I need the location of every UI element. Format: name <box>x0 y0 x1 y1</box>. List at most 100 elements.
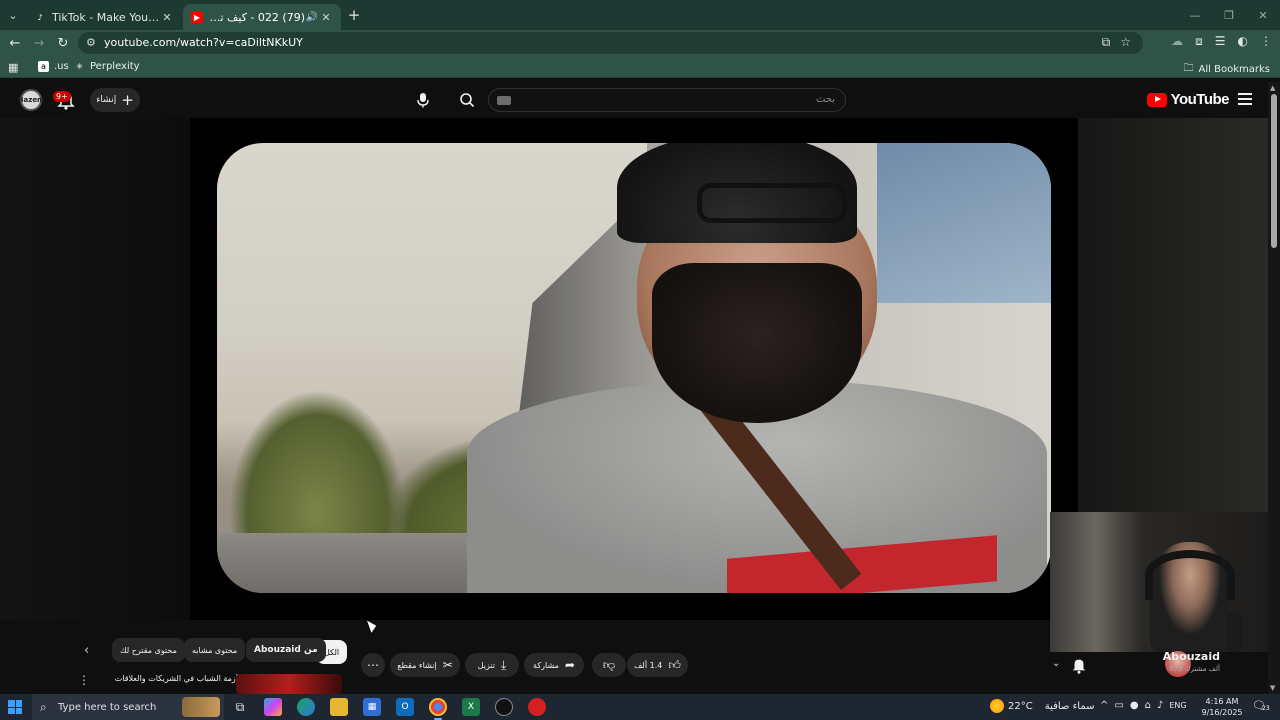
weather-widget[interactable]: 22°C سماء صافية <box>990 699 1095 713</box>
hamburger-menu-icon[interactable] <box>1238 93 1252 105</box>
maximize-icon[interactable]: ❐ <box>1212 0 1246 30</box>
person-glasses <box>697 183 847 223</box>
create-button[interactable]: إنشاء + <box>90 88 140 112</box>
plus-icon: + <box>121 91 134 109</box>
keyboard-icon[interactable] <box>497 96 511 105</box>
headset <box>1145 550 1235 600</box>
all-bookmarks[interactable]: 🗀 All Bookmarks <box>1184 61 1270 78</box>
omnibox-actions: ⧉ ☆ <box>1102 35 1131 50</box>
forward-arrow-icon[interactable]: → <box>30 34 48 52</box>
tab-youtube[interactable]: ▶ (79) 022 - كيف تتحكم في أحلا 🔊 ✕ <box>183 4 341 30</box>
close-tab-icon[interactable]: ✕ <box>319 11 333 24</box>
site-info-icon[interactable]: ⚙ <box>86 36 96 49</box>
search-button[interactable] <box>456 90 478 110</box>
folder-icon: 🗀 <box>1183 63 1194 74</box>
page-scrollbar[interactable]: ▲ ▼ <box>1268 82 1280 694</box>
tab-title: TikTok - Make Your Day (99+) <box>52 10 160 24</box>
search-input[interactable]: بحث <box>488 88 846 112</box>
close-tab-icon[interactable]: ✕ <box>160 11 174 24</box>
taskbar-search-input[interactable]: ⌕ Type here to search <box>32 694 224 720</box>
channel-name[interactable]: Abouzaid <box>1163 650 1220 663</box>
more-vertical-icon[interactable]: ⋮ <box>78 673 90 687</box>
recommended-title[interactable]: أزمة الشباب في الشريكات والعلاقات <box>110 674 238 684</box>
youtube-wordmark: YouTube <box>1170 91 1230 108</box>
network-icon[interactable]: ⌂ <box>1145 700 1151 711</box>
chevron-up-icon[interactable]: ^ <box>1100 700 1108 711</box>
minimize-icon[interactable]: — <box>1178 0 1212 30</box>
like-button[interactable]: 1.4 ألف 👍︎ <box>627 653 688 677</box>
chrome-tab-strip: ⌄ ♪ TikTok - Make Your Day (99+) ✕ ▶ (79… <box>0 0 1280 30</box>
extension-cloud-icon[interactable]: ☁ <box>1171 34 1183 49</box>
building-glass <box>877 143 1051 303</box>
recording-app-icon[interactable] <box>528 698 546 716</box>
bookmark-perplexity[interactable]: ✳ Perplexity <box>74 61 139 72</box>
language-indicator[interactable]: ENG <box>1169 701 1186 711</box>
tab-search-chevron-icon[interactable]: ⌄ <box>4 6 22 24</box>
url-text[interactable]: youtube.com/watch?v=caDiltNKkUY <box>104 36 303 49</box>
weather-temp: 22°C <box>1008 700 1033 712</box>
extensions-puzzle-icon[interactable]: ⧈ <box>1195 34 1203 49</box>
chip-recommended[interactable]: محتوى مقترح لك <box>112 638 185 662</box>
share-arrow-icon: ➦ <box>564 658 575 672</box>
recommended-thumbnail[interactable] <box>236 674 342 694</box>
volume-icon[interactable]: ♪ <box>1157 700 1163 711</box>
profile-avatar-icon[interactable]: ◐ <box>1238 34 1248 49</box>
edge-icon[interactable] <box>297 698 315 716</box>
speaker-icon[interactable]: 🔊 <box>305 12 319 23</box>
obs-icon[interactable] <box>495 698 513 716</box>
download-icon: ⤓ <box>501 657 507 672</box>
scrollbar-thumb[interactable] <box>1271 94 1277 248</box>
new-tab-button[interactable]: + <box>346 7 362 23</box>
address-bar[interactable]: ⚙ youtube.com/watch?v=caDiltNKkUY ⧉ ☆ <box>78 32 1143 54</box>
voice-search-button[interactable] <box>412 89 434 111</box>
download-button[interactable]: تنزيل ⤓ <box>465 653 519 677</box>
chevron-left-icon[interactable]: ‹ <box>84 643 100 659</box>
scissors-icon: ✂ <box>442 658 453 672</box>
chrome-menu-icon[interactable]: ⋮ <box>1260 34 1272 49</box>
store-icon[interactable]: ▦ <box>363 698 381 716</box>
more-actions-button[interactable]: ⋯ <box>361 653 385 677</box>
close-window-icon[interactable]: ✕ <box>1246 0 1280 30</box>
scroll-down-icon[interactable]: ▼ <box>1270 684 1275 692</box>
youtube-logo[interactable]: YouTube <box>1146 91 1230 108</box>
youtube-play-icon <box>1146 92 1167 107</box>
reading-list-icon[interactable]: ☰ <box>1215 34 1226 49</box>
tab-title: (79) 022 - كيف تتحكم في أحلا <box>209 10 305 24</box>
tab-tiktok[interactable]: ♪ TikTok - Make Your Day (99+) ✕ <box>26 4 182 30</box>
share-button[interactable]: مشاركة ➦ <box>524 653 584 677</box>
outlook-icon[interactable]: O <box>396 698 414 716</box>
excel-icon[interactable]: X <box>462 698 480 716</box>
notification-count: 23 <box>1262 705 1270 712</box>
task-view-icon[interactable]: ⧉ <box>231 698 249 716</box>
bookmarks-bar: ▦ a .us ✳ Perplexity 🗀 All Bookmarks <box>0 56 1280 78</box>
display-icon[interactable]: ▭ <box>1114 700 1123 711</box>
channel-info[interactable]: Abouzaid 673 ألف مشترك <box>1163 650 1220 673</box>
video-frame-image[interactable] <box>217 143 1051 593</box>
reload-icon[interactable]: ↻ <box>54 34 72 52</box>
thumbs-down-icon: 👎︎ <box>602 657 616 672</box>
subscription-bell-button[interactable] <box>1070 656 1090 674</box>
microphone-tray-icon[interactable]: ● <box>1130 700 1139 711</box>
recommended-video-item[interactable]: أزمة الشباب في الشريكات والعلاقات <box>100 672 350 694</box>
copilot-icon[interactable] <box>264 698 282 716</box>
dislike-button[interactable]: 👎︎ <box>592 653 626 677</box>
install-app-icon[interactable]: ⧉ <box>1102 35 1111 50</box>
bookmark-amazon[interactable]: a .us <box>38 61 69 72</box>
perplexity-icon: ✳ <box>76 62 83 71</box>
studio-microphone <box>1226 612 1242 652</box>
tiktok-icon: ♪ <box>37 12 43 22</box>
file-explorer-icon[interactable] <box>330 698 348 716</box>
account-avatar[interactable]: Hazem <box>18 89 44 111</box>
clock[interactable]: 4:16 AM 9/16/2025 <box>1198 696 1246 718</box>
bookmark-star-icon[interactable]: ☆ <box>1120 35 1131 50</box>
scroll-up-icon[interactable]: ▲ <box>1270 84 1275 92</box>
chevron-down-icon[interactable]: ⌄ <box>1052 658 1060 669</box>
chip-related[interactable]: محتوى مشابه <box>184 638 246 662</box>
apps-grid-icon[interactable]: ▦ <box>8 61 18 74</box>
back-arrow-icon[interactable]: ← <box>6 34 24 52</box>
chrome-icon[interactable] <box>429 698 447 720</box>
windows-start-icon[interactable] <box>8 700 22 714</box>
search-placeholder: بحث <box>815 94 835 105</box>
chip-from-channel[interactable]: من Abouzaid <box>246 638 326 662</box>
clip-button[interactable]: إنشاء مقطع ✂ <box>390 653 460 677</box>
